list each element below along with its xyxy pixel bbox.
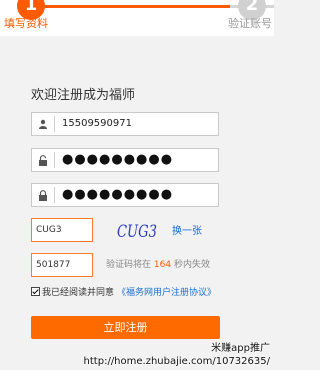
step-1-label: 填写资料: [4, 17, 48, 30]
countdown-seconds: 164: [153, 260, 172, 270]
agreement-row: 我已经阅读并同意 《福务网用户注册协议》: [31, 285, 216, 298]
sms-countdown-hint: 验证码将在 164 秒内失效: [106, 260, 210, 270]
register-button[interactable]: 立即注册: [31, 316, 220, 339]
watermark: 米赚app推广 http://home.zhubajie.com/1073263…: [83, 343, 270, 367]
refresh-captcha-link[interactable]: 换一张: [172, 222, 202, 237]
step-2-label: 验证账号: [228, 17, 272, 30]
agreement-text: 我已经阅读并同意: [42, 288, 115, 298]
lock-icon: [32, 149, 54, 171]
password-value: ●●●●●●●●●: [62, 152, 174, 167]
agree-checkbox[interactable]: [31, 287, 40, 296]
welcome-heading: 欢迎注册成为福师: [31, 88, 136, 103]
confirm-password-value: ●●●●●●●●●: [62, 187, 174, 202]
phone-input[interactable]: 15509590971: [31, 112, 219, 136]
user-icon: [32, 113, 54, 135]
password-input[interactable]: ●●●●●●●●●: [31, 148, 219, 172]
sms-code-input[interactable]: 501877: [31, 253, 93, 277]
captcha-image[interactable]: CUG3: [116, 220, 160, 242]
progress-line-done: [40, 5, 230, 8]
lock-icon: [32, 184, 54, 206]
progress-steps: 1 填写资料 2 验证账号: [0, 0, 274, 36]
captcha-input[interactable]: CUG3: [31, 218, 93, 242]
captcha-text: CUG3: [117, 222, 157, 242]
phone-value: 15509590971: [62, 118, 132, 129]
confirm-password-input[interactable]: ●●●●●●●●●: [31, 183, 219, 207]
agreement-link[interactable]: 《福务网用户注册协议》: [117, 285, 216, 298]
